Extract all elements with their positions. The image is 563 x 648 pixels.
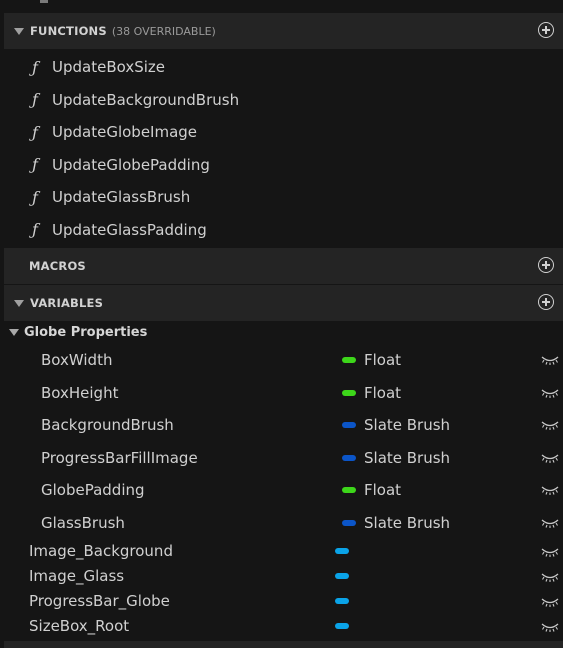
variables-section-header[interactable]: VARIABLES (4, 285, 563, 321)
eye-closed-icon[interactable] (541, 419, 559, 431)
function-item[interactable]: ƒ UpdateGlassBrush (4, 181, 563, 214)
variable-row[interactable]: GlassBrush Slate Brush (4, 508, 563, 538)
variable-name: BoxHeight (41, 384, 119, 402)
object-pin-icon (335, 623, 349, 629)
functions-section-header[interactable]: FUNCTIONS (38 OVERRIDABLE) (4, 13, 563, 49)
eye-closed-icon[interactable] (541, 621, 559, 633)
eye-closed-icon[interactable] (541, 387, 559, 399)
variable-row[interactable]: Image_Glass (4, 562, 563, 590)
function-icon: ƒ (32, 220, 38, 240)
scroll-sliver (40, 0, 48, 3)
variable-name: GlassBrush (41, 514, 125, 532)
variable-row[interactable]: ProgressBarFillImage Slate Brush (4, 443, 563, 473)
function-item[interactable]: ƒ UpdateGlassPadding (4, 214, 563, 247)
variable-row[interactable]: BoxWidth Float (4, 345, 563, 375)
variable-name: Image_Glass (29, 567, 125, 585)
variable-type: Float (364, 351, 402, 369)
variable-name: SizeBox_Root (29, 617, 130, 635)
category-arrow-icon[interactable] (9, 328, 19, 336)
function-label: UpdateBoxSize (52, 58, 165, 77)
struct-pin-icon (342, 455, 356, 461)
top-strip (0, 0, 563, 12)
variable-name: BoxWidth (41, 351, 113, 369)
struct-pin-icon (342, 520, 356, 526)
function-label: UpdateGlobePadding (52, 155, 210, 174)
eye-closed-icon[interactable] (541, 354, 559, 366)
variable-row[interactable]: SizeBox_Root (4, 612, 563, 640)
variable-name: ProgressBar_Globe (29, 592, 170, 610)
next-section-edge (4, 641, 563, 648)
function-icon: ƒ (32, 90, 38, 110)
function-list: ƒ UpdateBoxSize ƒ UpdateBackgroundBrush … (4, 51, 563, 246)
variable-row[interactable]: BackgroundBrush Slate Brush (4, 410, 563, 440)
eye-closed-icon[interactable] (541, 546, 559, 558)
function-item[interactable]: ƒ UpdateGlobeImage (4, 116, 563, 149)
object-pin-icon (335, 548, 349, 554)
function-icon: ƒ (32, 155, 38, 175)
function-icon: ƒ (32, 122, 38, 142)
function-label: UpdateGlobeImage (52, 123, 198, 142)
macros-section-header[interactable]: MACROS (4, 248, 563, 284)
object-pin-icon (335, 573, 349, 579)
function-item[interactable]: ƒ UpdateGlobePadding (4, 149, 563, 182)
add-function-icon[interactable] (538, 22, 554, 38)
struct-pin-icon (342, 422, 356, 428)
variable-name: Image_Background (29, 542, 173, 560)
eye-closed-icon[interactable] (541, 452, 559, 464)
object-pin-icon (335, 598, 349, 604)
variable-row[interactable]: ProgressBar_Globe (4, 587, 563, 615)
functions-title: FUNCTIONS (30, 24, 107, 38)
variables-title: VARIABLES (30, 296, 104, 310)
functions-subtitle: (38 OVERRIDABLE) (111, 24, 216, 38)
add-variable-icon[interactable] (538, 294, 554, 310)
expand-arrow-icon[interactable] (14, 299, 24, 307)
function-label: UpdateGlassBrush (52, 188, 191, 207)
add-macro-icon[interactable] (538, 257, 554, 273)
eye-closed-icon[interactable] (541, 517, 559, 529)
function-item[interactable]: ƒ UpdateBackgroundBrush (4, 84, 563, 117)
function-label: UpdateGlassPadding (52, 220, 207, 239)
variable-type: Slate Brush (364, 416, 451, 434)
variable-row[interactable]: GlobePadding Float (4, 475, 563, 505)
function-icon: ƒ (32, 57, 38, 77)
variable-type: Slate Brush (364, 514, 451, 532)
variable-row[interactable]: Image_Background (4, 537, 563, 565)
float-pin-icon (342, 487, 356, 493)
function-item[interactable]: ƒ UpdateBoxSize (4, 51, 563, 84)
expand-arrow-icon[interactable] (14, 27, 24, 35)
variable-type: Float (364, 384, 402, 402)
eye-closed-icon[interactable] (541, 484, 559, 496)
category-globe-properties[interactable]: Globe Properties (4, 322, 563, 342)
variable-name: BackgroundBrush (41, 416, 174, 434)
macros-title: MACROS (29, 259, 86, 273)
function-icon: ƒ (32, 187, 38, 207)
variable-name: GlobePadding (41, 481, 145, 499)
function-label: UpdateBackgroundBrush (52, 90, 240, 109)
variable-type: Slate Brush (364, 449, 451, 467)
float-pin-icon (342, 390, 356, 396)
eye-closed-icon[interactable] (541, 596, 559, 608)
category-label: Globe Properties (24, 324, 148, 340)
float-pin-icon (342, 357, 356, 363)
variable-row[interactable]: BoxHeight Float (4, 378, 563, 408)
variable-name: ProgressBarFillImage (41, 449, 198, 467)
variable-type: Float (364, 481, 402, 499)
eye-closed-icon[interactable] (541, 571, 559, 583)
